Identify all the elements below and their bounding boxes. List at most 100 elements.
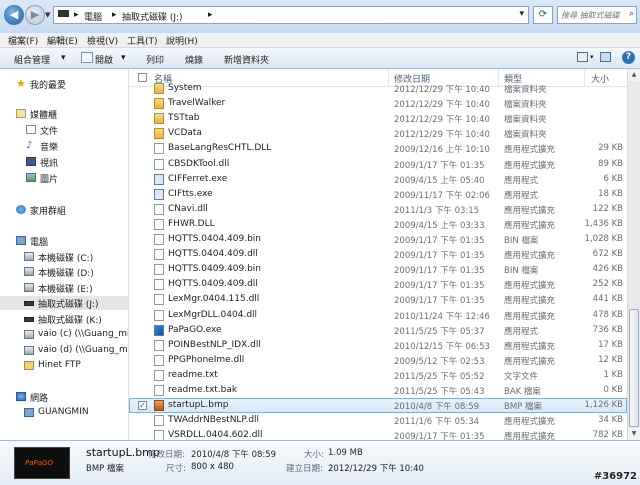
menu-view[interactable]: 檢視(V) xyxy=(87,34,118,47)
menu-tools[interactable]: 工具(T) xyxy=(127,34,158,47)
file-row[interactable]: LexMgr.0404.115.dll 2009/1/17 下午 01:35 應用程… xyxy=(129,292,627,307)
file-row[interactable]: TWAddrNBestNLP.dll 2011/1/6 下午 05:34 應用程式擴… xyxy=(129,413,627,428)
scroll-down-button[interactable]: ▼ xyxy=(628,428,640,440)
open-button[interactable]: 開啟 xyxy=(95,53,113,66)
file-row[interactable]: TSTtab 2012/12/29 下午 10:40 檔案資料夾 xyxy=(129,111,627,126)
file-type: 文字文件 xyxy=(504,371,539,382)
refresh-button[interactable]: ⟳ xyxy=(533,6,553,24)
file-row[interactable]: HQTTS.0404.409.dll 2009/1/17 下午 01:35 應用程式… xyxy=(129,247,627,262)
file-date: 2011/1/6 下午 05:34 xyxy=(394,417,480,428)
nav-item[interactable]: vaio (d) (\\Guang_min_ xyxy=(0,344,128,358)
address-separator[interactable]: ▸ xyxy=(112,10,117,20)
open-arrow[interactable]: ▾ xyxy=(121,53,126,63)
file-type: BIN 檔案 xyxy=(504,266,539,277)
file-row[interactable]: BaseLangResCHTL.DLL 2009/12/16 上午 10:10 應用… xyxy=(129,141,627,156)
help-icon[interactable]: ? xyxy=(622,51,635,64)
file-row[interactable]: FHWR.DLL 2009/4/15 上午 03:33 應用程式擴充 1,436 KB xyxy=(129,217,627,232)
forward-button[interactable]: ▶ xyxy=(25,5,45,25)
nav-item[interactable]: 本機磁碟 (C:) xyxy=(0,250,128,264)
nav-item[interactable]: vaio (c) (\\Guang_min_ xyxy=(0,328,128,342)
removable-drive-icon xyxy=(24,317,34,322)
nav-item[interactable]: 媒體櫃 xyxy=(0,107,128,121)
nav-item[interactable]: Hinet FTP xyxy=(0,359,128,373)
address-separator[interactable]: ▸ xyxy=(208,10,213,20)
back-button[interactable]: ◀ xyxy=(4,5,24,25)
nav-item[interactable]: ♪ 音樂 xyxy=(0,139,128,154)
file-row[interactable]: HQTTS.0409.409.dll 2009/1/17 下午 01:35 應用程式… xyxy=(129,277,627,292)
new-folder-button[interactable]: 新增資料夾 xyxy=(224,53,269,66)
file-row[interactable]: CIFFerret.exe 2009/4/15 上午 05:40 應用程式 6 KB xyxy=(129,172,627,187)
print-button[interactable]: 列印 xyxy=(146,53,164,66)
file-row[interactable]: CNavi.dll 2011/1/3 下午 03:15 應用程式擴充 122 KB xyxy=(129,202,627,217)
menu-file[interactable]: 檔案(F) xyxy=(8,34,38,47)
search-box[interactable]: ⌕ xyxy=(557,6,637,24)
file-row[interactable]: HQTTS.0404.409.bin 2009/1/17 下午 01:35 BIN … xyxy=(129,232,627,247)
file-row[interactable]: HQTTS.0409.409.bin 2009/1/17 下午 01:35 BIN … xyxy=(129,262,627,277)
row-checkbox[interactable]: ✓ xyxy=(138,401,147,411)
file-row[interactable]: TravelWalker 2012/12/29 下午 10:40 檔案資料夾 xyxy=(129,96,627,111)
nav-item[interactable]: 視訊 xyxy=(0,155,128,169)
change-view-icon[interactable] xyxy=(577,52,588,62)
pictures-icon xyxy=(26,173,36,182)
nav-item-label: vaio (c) (\\Guang_min_ xyxy=(38,329,129,339)
search-input[interactable] xyxy=(561,8,623,22)
file-row[interactable]: VSRDLL.0404.602.dll 2009/1/17 下午 01:35 應用程… xyxy=(129,428,627,440)
nav-item[interactable]: 文件 xyxy=(0,123,128,137)
nav-item[interactable]: 抽取式磁碟 (K:) xyxy=(0,312,128,326)
file-name: FHWR.DLL xyxy=(168,218,215,229)
file-row[interactable]: VCData 2012/12/29 下午 10:40 檔案資料夾 xyxy=(129,126,627,141)
breadcrumb-computer[interactable]: 電腦 xyxy=(84,10,102,23)
address-separator[interactable]: ▸ xyxy=(74,10,79,20)
folder-icon xyxy=(154,98,164,110)
organize-arrow[interactable]: ▾ xyxy=(61,53,66,63)
nav-item[interactable]: 家用群組 xyxy=(0,203,128,217)
nav-item[interactable]: ★ 我的最愛 xyxy=(0,77,128,91)
file-row[interactable]: PPGPhoneIme.dll 2009/5/12 下午 02:53 應用程式擴充 1… xyxy=(129,353,627,368)
details-filetype: BMP 檔案 xyxy=(86,464,124,474)
details-modified-value: 2010/4/8 下午 08:59 xyxy=(191,450,277,460)
address-bar[interactable]: ▸ 電腦 ▸ 抽取式磁碟 (J:) ▸ ▾ xyxy=(53,6,529,24)
nav-item[interactable]: 抽取式磁碟 (J:) xyxy=(0,296,128,310)
nav-item[interactable]: 圖片 xyxy=(0,171,128,185)
nav-item[interactable]: 電腦 xyxy=(0,234,128,248)
drive-icon xyxy=(24,252,34,261)
file-row[interactable]: PaPaGO.exe 2011/5/25 下午 05:37 應用程式 736 KB xyxy=(129,323,627,338)
vertical-scrollbar[interactable]: ▲ ▼ xyxy=(627,69,640,440)
nav-item-label: 抽取式磁碟 (J:) xyxy=(38,300,99,310)
file-row[interactable]: CIFtts.exe 2009/11/17 下午 02:06 應用程式 18 KB xyxy=(129,187,627,202)
file-icon xyxy=(154,385,164,396)
exe-icon xyxy=(154,188,164,200)
file-row[interactable]: POINBestNLP_IDX.dll 2010/12/15 下午 06:53 應用… xyxy=(129,338,627,353)
nav-item[interactable]: 網路 xyxy=(0,390,128,404)
details-modified-label: 修改日期: xyxy=(148,450,185,460)
scroll-thumb[interactable] xyxy=(629,309,639,427)
search-icon[interactable]: ⌕ xyxy=(629,9,634,19)
file-type: 檔案資料夾 xyxy=(504,115,547,126)
nav-item[interactable]: 本機磁碟 (D:) xyxy=(0,265,128,279)
watermark-text: #36972 xyxy=(593,471,637,482)
file-type: 檔案資料夾 xyxy=(504,130,547,141)
file-date: 2012/12/29 下午 10:40 xyxy=(394,85,490,95)
menu-edit[interactable]: 編輯(E) xyxy=(47,34,78,47)
recent-pages-dropdown[interactable]: ▼ xyxy=(45,11,50,19)
view-options-arrow[interactable]: ▾ xyxy=(590,53,594,61)
nav-item-label: 視訊 xyxy=(40,159,59,169)
ftp-icon xyxy=(24,361,34,370)
file-row[interactable]: CBSDKTool.dll 2009/1/17 下午 01:35 應用程式擴充 89 … xyxy=(129,157,627,172)
organize-button[interactable]: 組合管理 xyxy=(14,53,50,66)
nav-item[interactable]: 本機磁碟 (E:) xyxy=(0,281,128,295)
file-row[interactable]: System 2012/12/29 下午 10:40 檔案資料夾 xyxy=(129,81,627,96)
file-row[interactable]: LexMgrDLL.0404.dll 2010/11/24 下午 12:46 應用程… xyxy=(129,308,627,323)
nav-item[interactable]: GUANGMIN xyxy=(0,406,128,420)
scroll-up-button[interactable]: ▲ xyxy=(628,69,640,81)
address-dropdown[interactable]: ▾ xyxy=(519,9,524,19)
burn-button[interactable]: 燒錄 xyxy=(185,53,203,66)
preview-pane-icon[interactable] xyxy=(600,52,611,62)
menu-help[interactable]: 說明(H) xyxy=(166,34,198,47)
file-row[interactable]: readme.txt.bak 2011/5/25 下午 05:43 BAK 檔案 0 … xyxy=(129,383,627,398)
file-row[interactable]: readme.txt 2011/5/25 下午 05:52 文字文件 1 KB xyxy=(129,368,627,383)
file-type: 檔案資料夾 xyxy=(504,85,547,95)
breadcrumb-drive[interactable]: 抽取式磁碟 (J:) xyxy=(122,10,183,23)
file-row[interactable]: ✓ startupL.bmp 2010/4/8 下午 08:59 BMP 檔案 1,12… xyxy=(129,398,627,414)
file-size: 1,028 KB xyxy=(584,234,623,244)
